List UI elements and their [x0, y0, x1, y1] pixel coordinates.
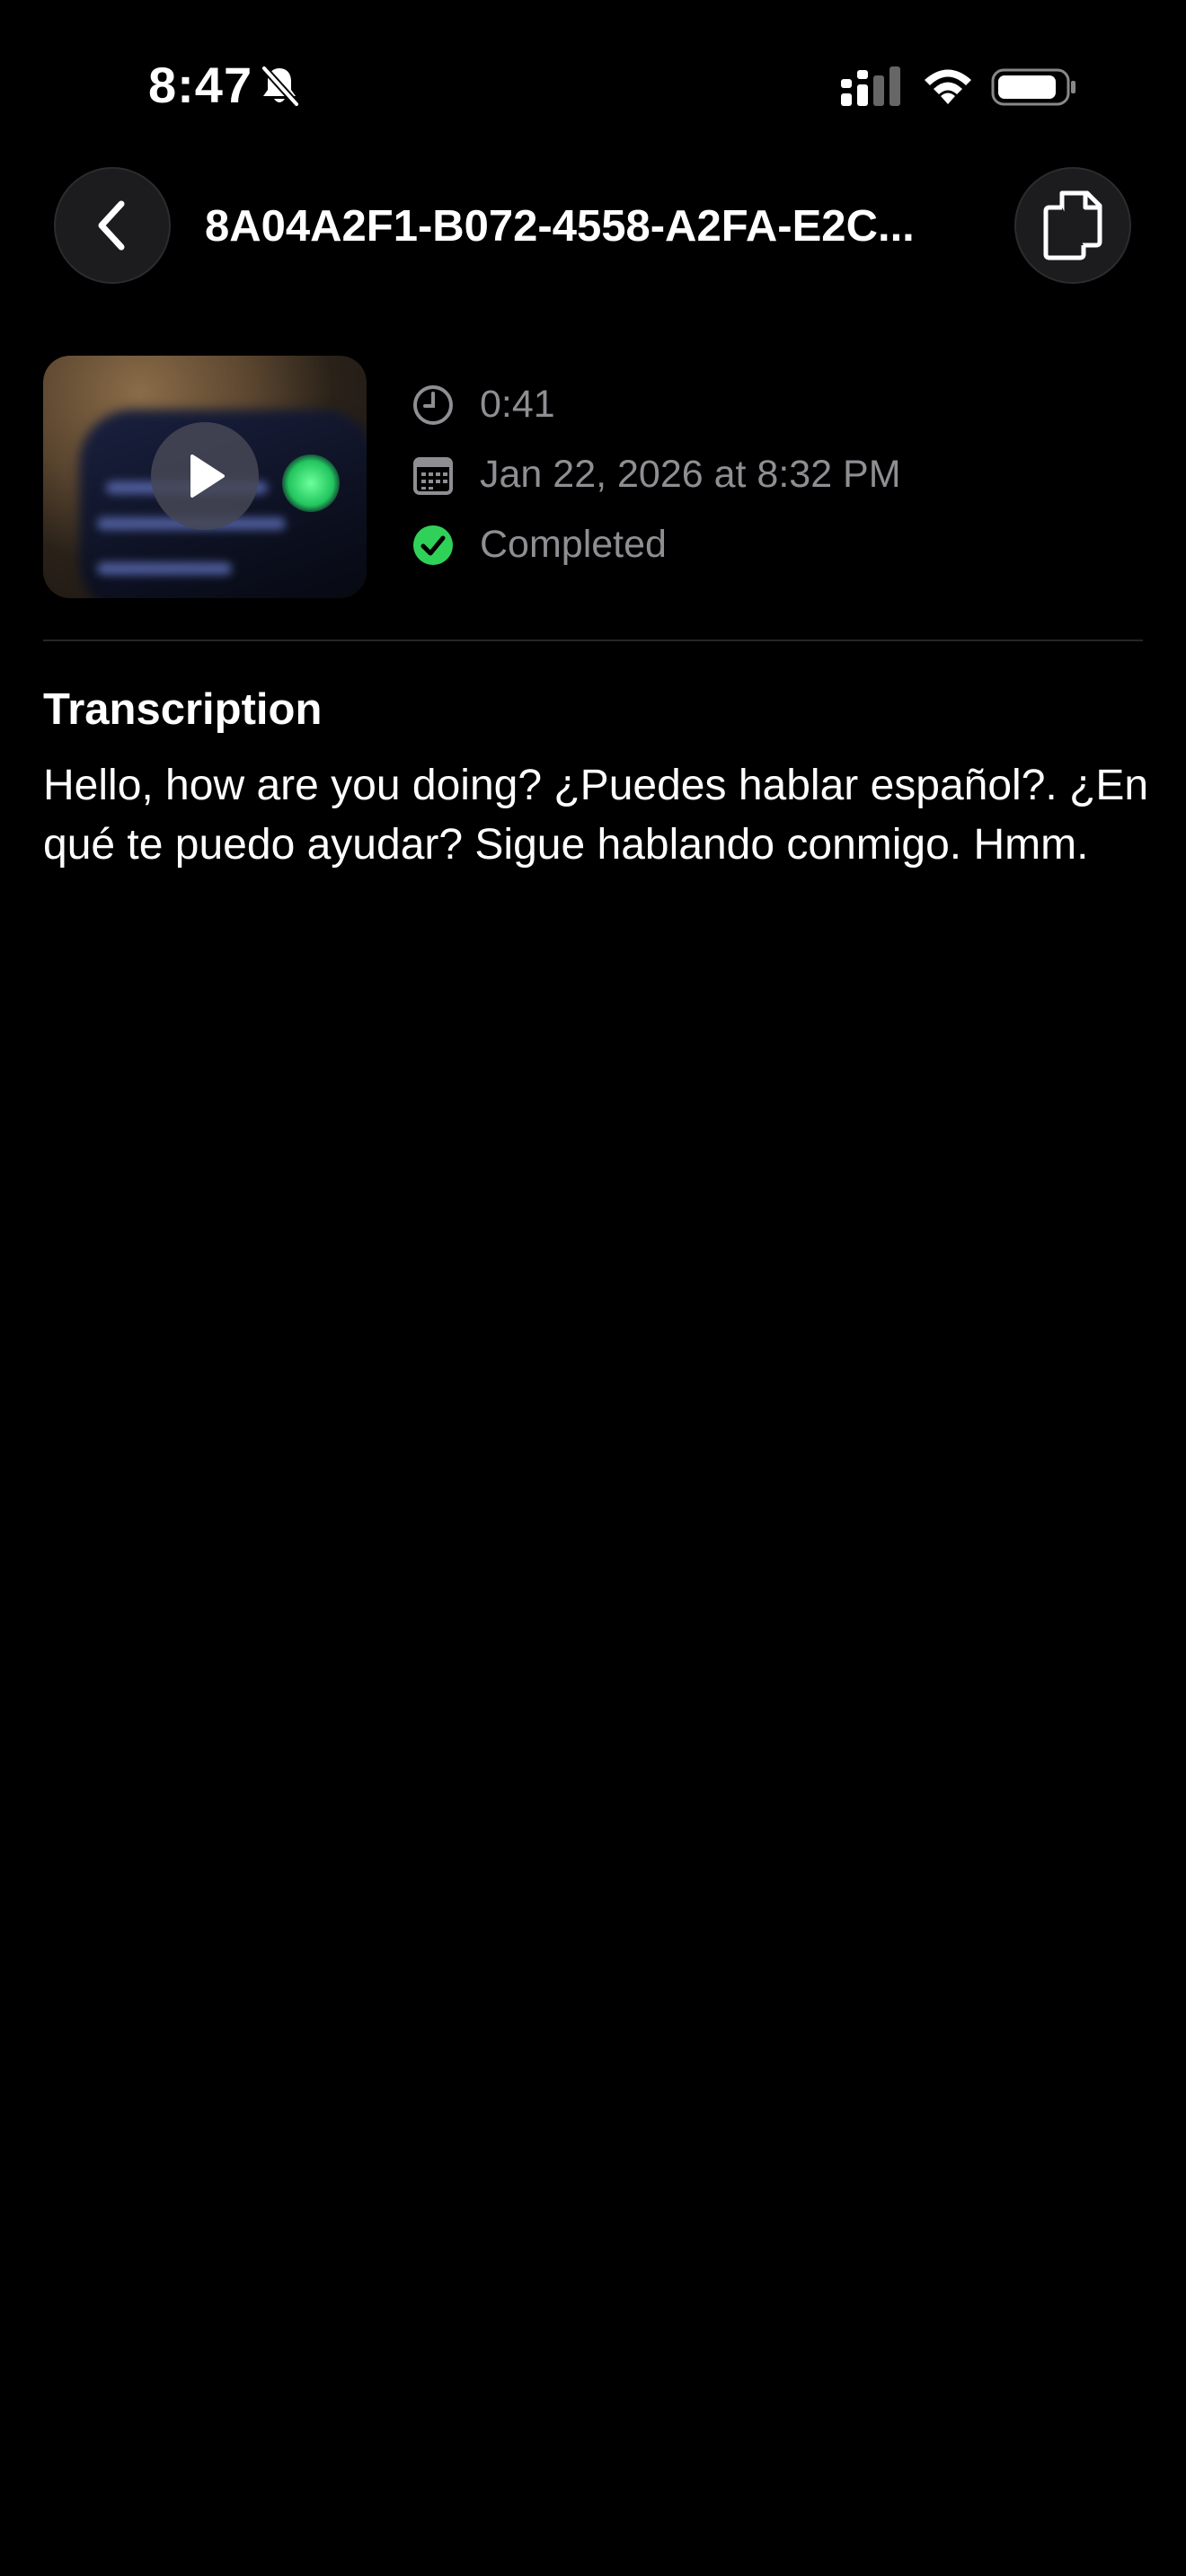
cellular-signal-icon	[841, 66, 900, 106]
page-title: 8A04A2F1-B072-4558-A2FA-E2C...	[205, 202, 915, 251]
divider	[43, 640, 1143, 641]
duration-row: 0:41	[412, 383, 555, 427]
duration-value: 0:41	[480, 383, 555, 426]
date-value: Jan 22, 2026 at 8:32 PM	[480, 453, 901, 496]
calendar-icon	[413, 456, 453, 495]
status-value: Completed	[480, 523, 667, 566]
status-bar: 8:47	[0, 0, 1186, 171]
transcription-text: Hello, how are you doing? ¿Puedes hablar…	[43, 762, 1149, 869]
thumbnail-detail	[97, 562, 232, 575]
wifi-icon	[925, 69, 971, 104]
transcription-heading: Transcription	[43, 685, 323, 734]
thumbnail-green-dot	[282, 454, 340, 512]
clock-icon	[413, 384, 453, 425]
copy-button[interactable]	[1014, 167, 1131, 284]
back-button[interactable]	[54, 167, 171, 284]
status-time: 8:47	[148, 57, 253, 113]
battery-icon	[991, 68, 1075, 106]
play-button[interactable]	[151, 422, 259, 530]
checkmark-circle-icon	[413, 525, 453, 565]
bell-slash-icon	[261, 66, 299, 107]
date-row: Jan 22, 2026 at 8:32 PM	[412, 453, 901, 497]
status-row: Completed	[412, 523, 667, 567]
play-icon	[190, 454, 225, 498]
chevron-left-icon	[98, 200, 125, 251]
video-thumbnail[interactable]	[43, 356, 367, 598]
document-on-document-icon	[1043, 190, 1102, 260]
